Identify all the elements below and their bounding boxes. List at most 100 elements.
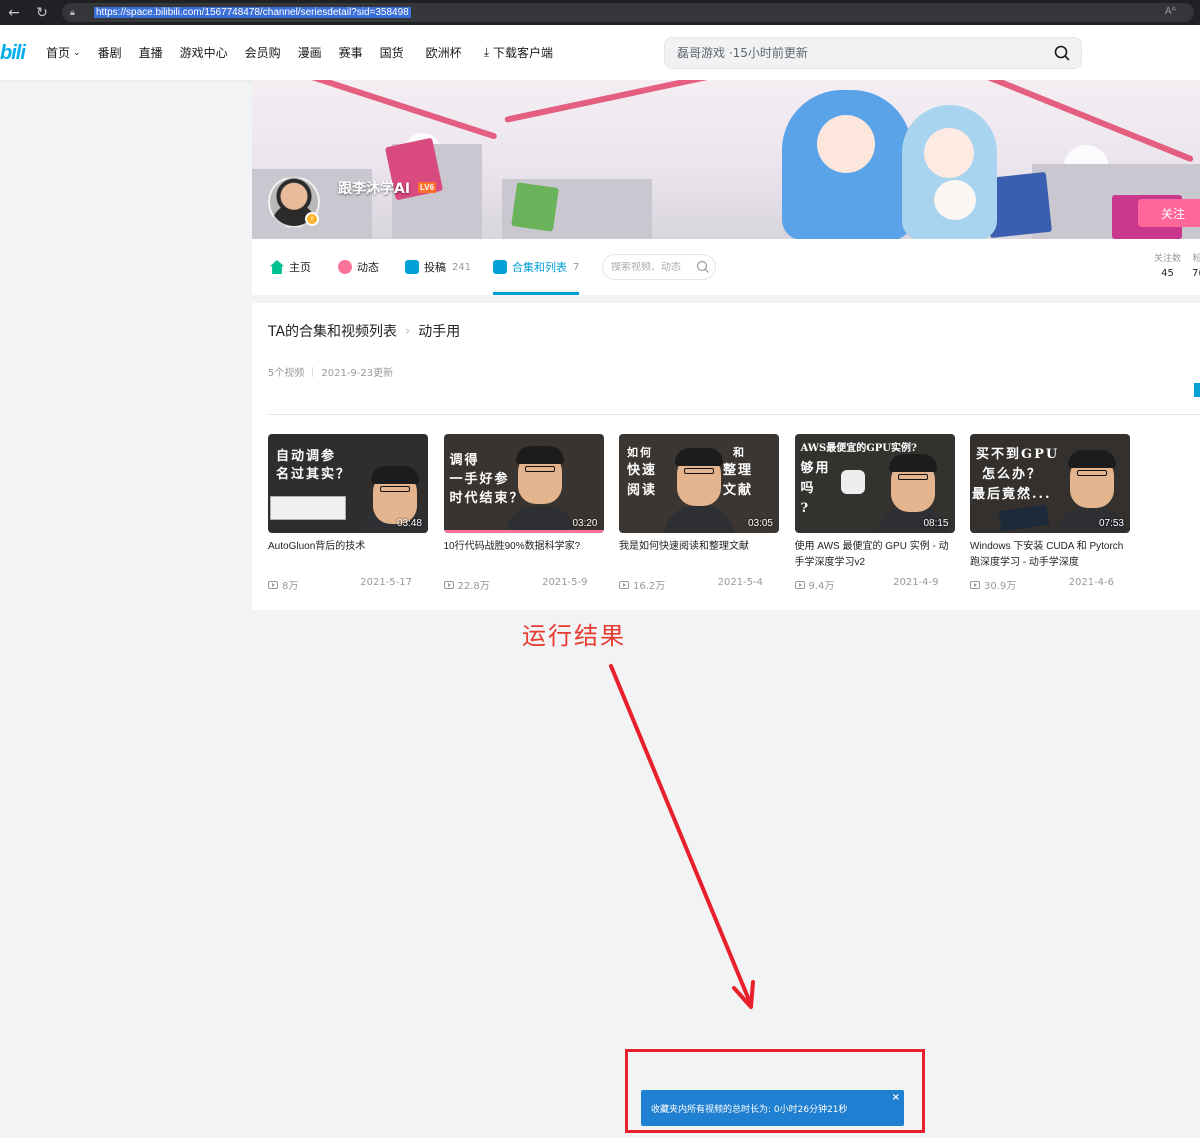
home-icon — [270, 260, 284, 274]
video-thumbnail[interactable]: 如何 快速 阅读 和 整理 文献 03:05 — [619, 434, 779, 533]
video-card[interactable]: 调得 一手好参 时代结束？ 03:20 10行代码战胜90%数据科学家? 22.… — [443, 434, 604, 592]
search-icon[interactable] — [1053, 44, 1071, 62]
video-stats: 9.4万 2021-4-9 — [794, 577, 955, 592]
nav-euro-cup[interactable]: 欧洲杯 — [426, 44, 462, 61]
video-title[interactable]: Windows 下安装 CUDA 和 Pytorch 跑深度学习 - 动手学深度 — [970, 539, 1130, 571]
thumbnail-caption: 够用 — [800, 461, 831, 476]
anime-character-right-face — [924, 128, 974, 178]
fans-stat[interactable]: 粉 7( — [1192, 251, 1200, 279]
ribbon-decoration — [286, 80, 498, 140]
nav-home[interactable]: 首页 ⌄ — [46, 44, 81, 61]
top-nav: 首页 ⌄ 番剧 直播 游戏中心 会员购 漫画 赛事 国货 欧洲杯 ⤓ 下载客户端 — [46, 25, 570, 80]
play-count: 22.8万 — [443, 577, 490, 592]
close-icon[interactable]: × — [892, 1092, 900, 1103]
tab-home[interactable]: 主页 — [270, 239, 311, 295]
url-text[interactable]: https://space.bilibili.com/1567748478/ch… — [94, 7, 411, 18]
upload-icon — [405, 260, 419, 274]
nav-download-client[interactable]: ⤓ 下载客户端 — [484, 44, 553, 61]
play-count-icon — [443, 580, 454, 589]
read-aloud-icon[interactable]: Aᴬ — [1165, 6, 1176, 17]
presenter-face — [1068, 450, 1116, 508]
video-thumbnail[interactable]: 买不到GPU 怎么办？ 最后竟然... 07:53 — [970, 434, 1130, 533]
ribbon-decoration — [504, 80, 760, 123]
following-stat[interactable]: 关注数 45 — [1154, 251, 1181, 279]
presenter-face — [888, 454, 937, 512]
play-count: 30.9万 — [970, 577, 1016, 592]
fans-count: 7( — [1192, 268, 1200, 279]
breadcrumb: TA的合集和视频列表 › 动手用 — [268, 321, 460, 341]
tab-collections[interactable]: 合集和列表 7 — [493, 239, 580, 295]
video-thumbnail[interactable]: AWS最便宜的GPU实例? 够用 吗 ? 08:15 — [794, 434, 955, 533]
video-duration: 03:05 — [747, 518, 773, 529]
profile-tabs: 主页 动态 投稿 241 合集和列表 7 关注数 45 粉 7( — [252, 239, 1200, 295]
video-card[interactable]: 买不到GPU 怎么办？ 最后竟然... 07:53 Windows 下安装 CU… — [970, 434, 1130, 592]
play-count-value: 8万 — [282, 581, 299, 592]
publish-date: 2021-4-6 — [1068, 577, 1114, 588]
annotation-label: 运行结果 — [522, 622, 626, 650]
video-card[interactable]: 如何 快速 阅读 和 整理 文献 03:05 我是如何快速阅读和整理文献 16.… — [619, 434, 779, 592]
series-meta: 5个视频 2021-9-23更新 — [268, 364, 393, 379]
video-thumbnail[interactable]: 调得 一手好参 时代结束？ 03:20 — [443, 434, 604, 533]
video-title[interactable]: 我是如何快速阅读和整理文献 — [619, 539, 779, 571]
tab-uploads[interactable]: 投稿 241 — [405, 239, 471, 295]
site-header: bili 首页 ⌄ 番剧 直播 游戏中心 会员购 漫画 赛事 国货 欧洲杯 ⤓ 下… — [0, 25, 1200, 80]
breadcrumb-parent[interactable]: TA的合集和视频列表 — [268, 321, 397, 341]
follow-button[interactable]: 关注 — [1138, 199, 1200, 227]
gpu-card — [998, 504, 1050, 532]
video-thumbnail[interactable]: 自动调参 名过其实？ 03:48 — [268, 434, 428, 533]
video-list: 自动调参 名过其实？ 03:48 AutoGluon背后的技术 8万 2021-… — [268, 434, 1146, 592]
nav-esports[interactable]: 赛事 — [339, 44, 363, 61]
glasses — [524, 466, 555, 472]
tab-dynamic[interactable]: 动态 — [338, 239, 379, 295]
search-icon[interactable] — [696, 260, 710, 274]
thumbnail-caption: 如何 — [627, 446, 653, 459]
publish-date: 2021-5-4 — [717, 577, 763, 588]
thumbnail-caption: 文献 — [723, 483, 754, 498]
collection-icon — [493, 260, 507, 274]
nav-game-center[interactable]: 游戏中心 — [180, 44, 228, 61]
presenter-body — [505, 506, 576, 533]
presenter-face — [371, 466, 419, 524]
nav-live[interactable]: 直播 — [139, 44, 163, 61]
play-count-value: 30.9万 — [984, 581, 1017, 592]
video-card[interactable]: 自动调参 名过其实？ 03:48 AutoGluon背后的技术 8万 2021-… — [268, 434, 428, 592]
tab-uploads-count: 241 — [452, 261, 472, 273]
browser-toolbar: ← ↻ 🔒︎ https://space.bilibili.com/156774… — [0, 0, 1200, 25]
search-input[interactable] — [677, 46, 1037, 60]
thumbnail-caption: 时代结束？ — [449, 491, 525, 506]
nav-guochuang[interactable]: 国货 — [380, 44, 404, 61]
publish-date: 2021-4-9 — [893, 577, 939, 588]
video-title[interactable]: 使用 AWS 最便宜的 GPU 实例 - 动手学深度学习v2 — [795, 539, 955, 571]
reload-icon[interactable]: ↻ — [28, 0, 56, 25]
bilibili-logo[interactable]: bili — [0, 42, 26, 65]
nav-manga[interactable]: 漫画 — [298, 44, 322, 61]
screen-inset — [270, 496, 346, 520]
publish-date: 2021-5-9 — [542, 577, 588, 588]
presenter-body — [664, 506, 734, 533]
play-count: 8万 — [268, 577, 298, 592]
updated-date: 2021-9-23更新 — [321, 368, 394, 379]
space-search-input[interactable] — [611, 261, 691, 273]
video-card[interactable]: AWS最便宜的GPU实例? 够用 吗 ? 08:15 使用 AWS 最便宜的 G… — [794, 434, 955, 592]
thumbnail-caption: 吗 — [800, 481, 816, 496]
video-title[interactable]: AutoGluon背后的技术 — [268, 539, 428, 571]
play-all-button-edge[interactable] — [1194, 383, 1200, 397]
username[interactable]: 跟李沐学AI — [338, 178, 410, 198]
verified-badge-icon: ⚡ — [305, 212, 319, 226]
nav-home-label: 首页 — [46, 46, 71, 60]
glasses — [897, 474, 928, 480]
presenter-face — [515, 446, 564, 504]
nav-shop[interactable]: 会员购 — [245, 44, 281, 61]
divider — [312, 366, 314, 377]
address-bar[interactable]: 🔒︎ https://space.bilibili.com/1567748478… — [62, 3, 1194, 22]
tab-collections-count: 7 — [573, 261, 580, 273]
play-count-icon — [268, 580, 278, 589]
video-title[interactable]: 10行代码战胜90%数据科学家? — [444, 539, 604, 571]
tab-dynamic-label: 动态 — [357, 261, 379, 274]
duration-toast: 收藏夹内所有视频的总时长为: 0小时26分钟21秒 × — [641, 1090, 904, 1126]
chevron-down-icon: ⌄ — [73, 47, 81, 58]
back-icon[interactable]: ← — [0, 0, 28, 25]
space-search-box — [602, 254, 716, 280]
nav-anime[interactable]: 番剧 — [98, 44, 122, 61]
thumbnail-caption: 最后竟然... — [972, 487, 1052, 502]
